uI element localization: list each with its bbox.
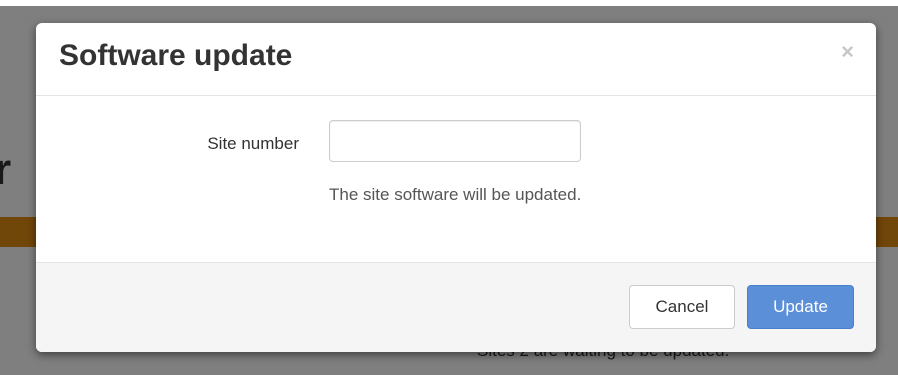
- dialog-footer: Cancel Update: [36, 262, 876, 352]
- site-number-label: Site number: [207, 134, 299, 153]
- dialog-title: Software update: [59, 39, 293, 72]
- top-edge-strip: [0, 0, 898, 6]
- update-button[interactable]: Update: [747, 285, 854, 329]
- help-text: The site software will be updated.: [329, 185, 582, 204]
- cancel-button[interactable]: Cancel: [629, 285, 735, 329]
- dialog-header: Software update ×: [36, 23, 876, 96]
- close-icon[interactable]: ×: [841, 41, 854, 63]
- software-update-dialog: Software update × Site number The site s…: [36, 23, 876, 352]
- site-number-input[interactable]: [329, 120, 581, 162]
- dialog-body: Site number The site software will be up…: [36, 96, 876, 262]
